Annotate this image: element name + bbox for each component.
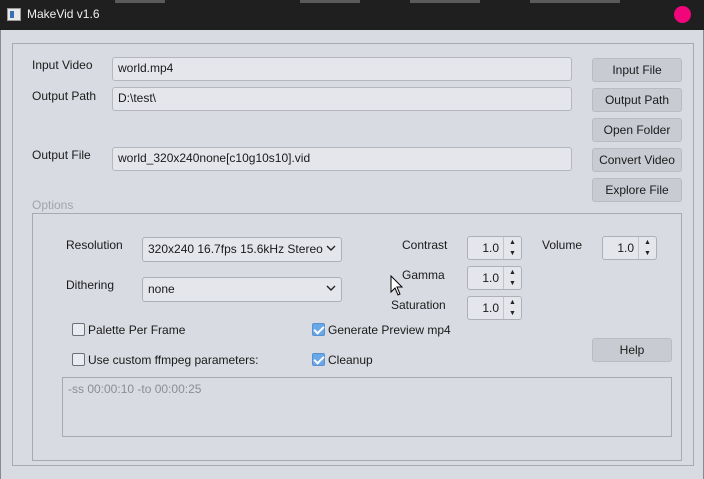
output-path-label: Output Path [32,89,97,103]
background-window-edge [410,0,480,3]
custom-ffmpeg-label: Use custom ffmpeg parameters: [88,353,259,367]
record-indicator-icon[interactable] [674,6,691,23]
arrow-up-icon[interactable]: ▲ [504,237,521,248]
palette-per-frame-label: Palette Per Frame [88,323,186,337]
gamma-label: Gamma [402,268,445,282]
app-icon [7,8,21,21]
options-group-title: Options [32,198,74,212]
arrow-up-icon[interactable]: ▲ [504,297,521,308]
dithering-value: none [148,282,175,296]
generate-preview-checkbox[interactable] [312,323,325,336]
palette-per-frame-checkbox[interactable] [72,323,85,336]
input-video-label: Input Video [32,58,93,72]
input-video-field[interactable]: world.mp4 [112,57,572,81]
volume-spin-buttons: ▲ ▼ [638,237,656,259]
contrast-spin-buttons: ▲ ▼ [503,237,521,259]
generate-preview-label: Generate Preview mp4 [328,323,451,337]
title-bar: MakeVid v1.6 [0,0,704,30]
dithering-label: Dithering [66,278,115,292]
background-window-edge [115,0,165,3]
mouse-cursor-icon [390,275,404,296]
gamma-spinbox[interactable]: 1.0 ▲ ▼ [467,266,522,290]
saturation-value: 1.0 [482,301,499,315]
gamma-value: 1.0 [482,271,499,285]
arrow-down-icon[interactable]: ▼ [504,278,521,289]
window-title: MakeVid v1.6 [27,7,100,21]
saturation-spin-buttons: ▲ ▼ [503,297,521,319]
contrast-label: Contrast [402,238,448,252]
contrast-spinbox[interactable]: 1.0 ▲ ▼ [467,236,522,260]
cleanup-label: Cleanup [328,353,373,367]
resolution-label: Resolution [66,238,123,252]
background-window-edge [530,0,620,3]
help-button[interactable]: Help [592,338,672,362]
convert-video-button[interactable]: Convert Video [592,148,682,172]
volume-value: 1.0 [617,241,634,255]
volume-label: Volume [542,238,583,252]
volume-spinbox[interactable]: 1.0 ▲ ▼ [602,236,657,260]
output-path-button[interactable]: Output Path [592,88,682,112]
arrow-down-icon[interactable]: ▼ [639,248,656,259]
output-path-field[interactable]: D:\test\ [112,87,572,111]
open-folder-button[interactable]: Open Folder [592,118,682,142]
resolution-dropdown[interactable]: 320x240 16.7fps 15.6kHz Stereo [142,237,342,262]
gamma-spin-buttons: ▲ ▼ [503,267,521,289]
contrast-value: 1.0 [482,241,499,255]
chevron-down-icon [326,245,336,251]
output-file-label: Output File [32,148,91,162]
ffmpeg-params-textarea[interactable]: -ss 00:00:10 -to 00:00:25 [62,377,672,437]
arrow-up-icon[interactable]: ▲ [504,267,521,278]
saturation-spinbox[interactable]: 1.0 ▲ ▼ [467,296,522,320]
arrow-down-icon[interactable]: ▼ [504,248,521,259]
arrow-up-icon[interactable]: ▲ [639,237,656,248]
custom-ffmpeg-checkbox[interactable] [72,353,85,366]
dithering-dropdown[interactable]: none [142,277,342,302]
cleanup-checkbox[interactable] [312,353,325,366]
explore-file-button[interactable]: Explore File [592,178,682,202]
input-file-button[interactable]: Input File [592,58,682,82]
arrow-down-icon[interactable]: ▼ [504,308,521,319]
resolution-value: 320x240 16.7fps 15.6kHz Stereo [148,242,323,256]
output-file-field[interactable]: world_320x240none[c10g10s10].vid [112,147,572,171]
background-window-edge [300,0,360,3]
saturation-label: Saturation [391,298,446,312]
chevron-down-icon [326,285,336,291]
